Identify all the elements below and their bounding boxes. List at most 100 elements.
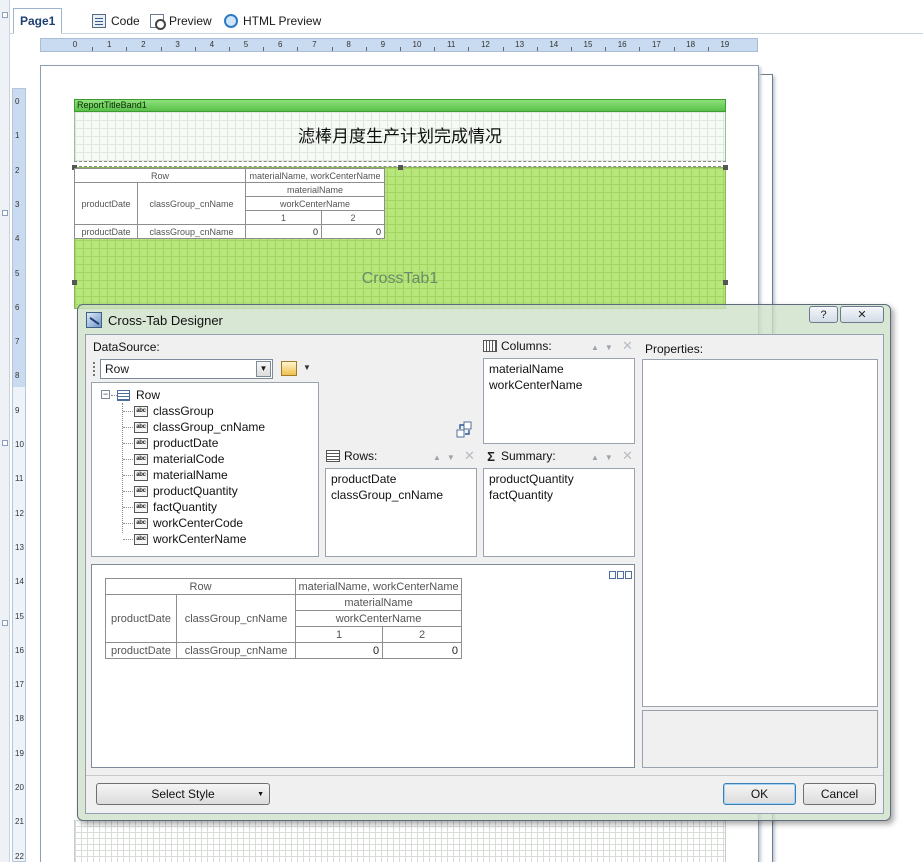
crosstab-designer-dialog: Cross-Tab Designer ? ✕ DataSource: Row ▼… [77,304,891,821]
dialog-body: DataSource: Row ▼ ▼ − Row abc classGroup a… [85,334,884,814]
tab-preview[interactable]: Preview [144,8,218,34]
toolbar-marker [2,620,8,626]
tab-html-preview[interactable]: HTML Preview [218,8,327,34]
chevron-down-icon[interactable]: ▼ [303,363,311,372]
report-title-band-header[interactable]: ReportTitleBand1 [74,99,726,112]
layout-icon[interactable] [617,571,624,579]
preview-crosstab-table[interactable]: Row materialName, workCenterName product… [104,578,462,659]
tree-field-item[interactable]: abc classGroup [134,403,214,419]
close-button[interactable]: ✕ [840,306,884,323]
tree-field-item[interactable]: abc workCenterCode [134,515,243,531]
list-item[interactable]: factQuantity [489,487,553,503]
tree-field-item[interactable]: abc productDate [134,435,218,451]
cancel-button[interactable]: Cancel [803,783,876,805]
toolbar-grip [93,362,95,376]
tree-line [123,443,133,444]
toolbar-marker [2,12,8,18]
ruler-tick [639,47,641,51]
ruler-number: 0 [15,97,20,106]
list-item[interactable]: workCenterName [489,377,582,393]
datasource-tree[interactable]: − Row abc classGroup abc classGroup_cnName a… [91,382,319,557]
collapse-icon[interactable]: − [101,390,110,399]
list-item[interactable]: productQuantity [489,471,574,487]
rows-list[interactable]: productDate classGroup_cnName [325,468,477,557]
page-grid-area [74,820,726,862]
ct-row-header: Row [74,168,246,183]
layout-icons[interactable] [609,571,632,579]
layout-icon[interactable] [609,571,616,579]
tree-field-item[interactable]: abc classGroup_cnName [134,419,265,435]
list-item[interactable]: classGroup_cnName [331,487,443,503]
resize-handle[interactable] [723,165,728,170]
ruler-number: 13 [15,542,24,552]
tree-root-label: Row [136,388,161,402]
properties-grid[interactable] [642,359,878,707]
tree-field-item[interactable]: abc materialCode [134,451,224,467]
ruler-tick [673,47,675,51]
ct-col-field: materialName [244,182,386,197]
select-style-button[interactable]: Select Style ▼ [96,783,270,805]
rows-header: Rows: [326,448,377,464]
ok-button[interactable]: OK [723,783,796,805]
ruler-number: 12 [480,40,490,49]
resize-handle[interactable] [398,165,403,170]
ruler-number: 16 [15,645,24,655]
datasource-toolbar-icon[interactable] [281,361,297,376]
tab-code[interactable]: Code [86,8,146,34]
remove-icon[interactable]: ✕ [622,338,633,354]
dialog-title-bar[interactable]: Cross-Tab Designer [86,309,223,331]
layout-icon[interactable] [625,571,632,579]
tree-field-item[interactable]: abc materialName [134,467,228,483]
report-title-text[interactable]: 滤棒月度生产计划完成情况 [74,122,726,147]
datasource-select[interactable]: Row ▼ [100,359,273,379]
tree-field-item[interactable]: abc workCenterName [134,531,246,547]
text-field-icon: abc [134,421,148,433]
ct-col-value: 1 [295,626,384,643]
columns-list[interactable]: materialName workCenterName [483,358,635,444]
ruler-number: 19 [15,748,24,758]
summary-header: Σ Summary: [485,448,556,464]
summary-list[interactable]: productQuantity factQuantity [483,468,635,557]
rows-icon [326,450,340,462]
ct-col-field: materialName [295,594,462,611]
tree-field-item[interactable]: abc factQuantity [134,499,217,515]
ruler-tick [468,47,470,51]
list-item[interactable]: materialName [489,361,564,377]
swap-axes-icon[interactable] [456,421,473,438]
tab-page1[interactable]: Page1 [13,8,773,862]
ruler-tick [502,47,504,51]
move-arrows-icon[interactable]: ▲▼ [591,453,619,462]
ct-row-field: productDate [74,182,138,225]
tree-field-item[interactable]: abc productQuantity [134,483,238,499]
ruler-number: 1 [15,131,20,141]
tree-line [123,507,133,508]
ruler-tick [399,47,401,51]
ruler-number: 7 [312,40,317,49]
move-arrows-icon[interactable]: ▲▼ [433,453,461,462]
resize-handle[interactable] [723,280,728,285]
crosstab-designer-icon [86,312,102,328]
ruler-number: 4 [15,234,20,244]
ruler-number: 20 [15,783,24,792]
ruler-tick [126,47,128,51]
move-arrows-icon[interactable]: ▲▼ [591,343,619,352]
property-description-panel [642,710,878,768]
remove-icon[interactable]: ✕ [622,448,633,464]
tree-root[interactable]: Row [117,387,160,403]
toolbar-marker [2,440,8,446]
tree-field-label: productQuantity [153,484,238,498]
horizontal-ruler: 0 1 2 3 4 5 6 7 8 9 10 11 12 13 14 15 16 17 18 19 [40,38,758,52]
remove-icon[interactable]: ✕ [464,448,475,464]
properties-label: Properties: [645,342,704,356]
chevron-down-icon[interactable]: ▼ [256,361,271,377]
ct-col-value: 2 [320,210,386,225]
code-icon [92,14,106,28]
chevron-down-icon: ▼ [257,790,264,798]
list-item[interactable]: productDate [331,471,396,487]
ruler-number: 17 [15,680,24,690]
resize-handle[interactable] [72,280,77,285]
ruler-number: 9 [380,40,386,49]
ct-row-header: Row [104,578,297,595]
help-button[interactable]: ? [809,306,838,323]
report-crosstab-table[interactable]: Row materialName, workCenterName product… [74,168,386,239]
